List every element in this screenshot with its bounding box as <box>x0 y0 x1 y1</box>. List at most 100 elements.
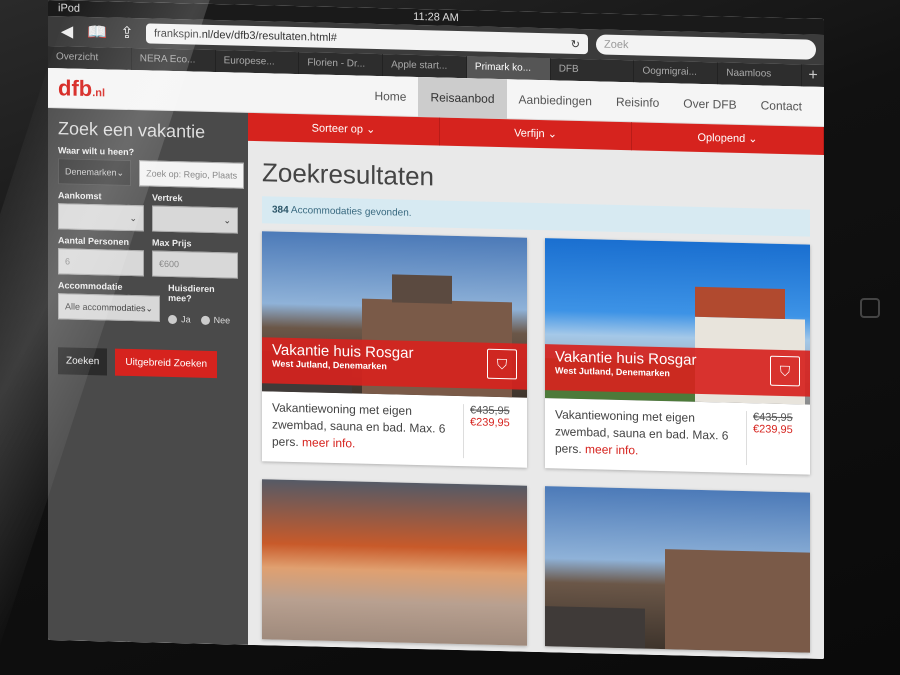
maxprice-input[interactable]: €600 <box>152 250 238 279</box>
tab-7[interactable]: Oogmigrai... <box>634 60 719 85</box>
nav-reisaanbod[interactable]: Reisaanbod <box>418 76 507 119</box>
more-info-link[interactable]: meer info. <box>302 435 355 450</box>
card-description-text: Vakantiewoning met eigen zwembad, sauna … <box>272 400 446 450</box>
pets-no-label: Nee <box>213 314 231 326</box>
nav-over-dfb[interactable]: Over DFB <box>671 83 748 125</box>
card-prices: €435,95 €239,95 <box>746 411 800 467</box>
tab-1[interactable]: NERA Eco... <box>131 48 216 73</box>
results-content: Zoekresultaten 384 Accommodaties gevonde… <box>248 141 824 659</box>
tab-8[interactable]: Naamloos <box>718 62 803 87</box>
nav-aanbiedingen[interactable]: Aanbiedingen <box>507 79 604 121</box>
results-count-text: Accommodaties gevonden. <box>290 204 412 219</box>
tab-5[interactable]: Primark ko... <box>466 56 551 81</box>
tab-4[interactable]: Apple start... <box>383 54 467 79</box>
sidebar-buttons: Zoeken Uitgebreid Zoeken <box>58 347 238 379</box>
card-description-text: Vakantiewoning met eigen zwembad, sauna … <box>555 407 729 457</box>
results-area: Sorteer op ⌄ Verfijn ⌄ Oplopend ⌄ Zoekre… <box>248 112 824 659</box>
maxprice-value: €600 <box>159 258 180 270</box>
share-icon[interactable]: ⇪ <box>116 23 138 44</box>
country-value: Denemarken <box>65 166 117 178</box>
search-sidebar: Zoek een vakantie Waar wilt u heen? Dene… <box>48 108 248 645</box>
new-price: €239,95 <box>470 416 510 430</box>
accommodation-value: Alle accommodaties <box>65 301 146 314</box>
old-price: €435,95 <box>470 404 510 418</box>
refine-label: Verfijn <box>514 127 545 141</box>
site-logo[interactable]: dfb.nl <box>58 75 105 102</box>
website: dfb.nl Home Reisaanbod Aanbiedingen Reis… <box>48 68 824 659</box>
tab-3[interactable]: Florien - Dr... <box>299 52 384 77</box>
card-overlay: Vakantie huis Rosgar West Jutland, Denem… <box>262 337 527 390</box>
card-description: Vakantiewoning met eigen zwembad, sauna … <box>555 406 746 465</box>
new-price: €239,95 <box>753 423 793 437</box>
sort-label: Sorteer op <box>311 122 364 136</box>
tab-2[interactable]: Europese... <box>215 50 300 75</box>
accommodation-row: Accommodatie Alle accommodaties ⌄ Huisdie… <box>58 274 238 333</box>
page-body: Zoek een vakantie Waar wilt u heen? Dene… <box>48 108 824 659</box>
basket-icon[interactable]: ⛉ <box>770 355 800 387</box>
results-grid: Vakantie huis Rosgar West Jutland, Denem… <box>262 231 810 653</box>
persons-label: Aantal Personen <box>58 235 130 247</box>
country-select[interactable]: Denemarken ⌄ <box>58 158 132 187</box>
card-overlay: Vakantie huis Rosgar West Jutland, Denem… <box>545 344 810 397</box>
pets-yes-radio[interactable]: Ja <box>168 314 191 325</box>
tab-0[interactable]: Overzicht <box>48 46 132 71</box>
departure-select[interactable]: ⌄ <box>152 205 238 234</box>
pets-radio-group: Ja Nee <box>168 306 238 334</box>
tab-6[interactable]: DFB <box>550 58 635 83</box>
card-photo[interactable] <box>262 479 527 646</box>
card-prices: €435,95 €239,95 <box>463 404 517 460</box>
ipad-screen: iPod 11:28 AM ◀ 📖 ⇪ frankspin.nl/dev/dfb… <box>48 0 824 659</box>
page-title: Zoekresultaten <box>262 157 434 192</box>
card-photo[interactable]: Vakantie huis Rosgar West Jutland, Denem… <box>545 238 810 405</box>
result-card[interactable] <box>262 479 527 646</box>
sort-dropdown[interactable]: Sorteer op ⌄ <box>248 112 440 146</box>
back-icon[interactable]: ◀ <box>56 21 78 42</box>
card-photo[interactable]: Vakantie huis Rosgar West Jutland, Denem… <box>262 231 527 398</box>
region-placeholder: Zoek op: Regio, Plaats <box>146 168 238 181</box>
sidebar-title: Zoek een vakantie <box>58 118 206 142</box>
bookmarks-icon[interactable]: 📖 <box>86 22 108 43</box>
refine-dropdown[interactable]: Verfijn ⌄ <box>440 117 632 151</box>
accommodation-select[interactable]: Alle accommodaties ⌄ <box>58 293 161 322</box>
reload-icon[interactable]: ↻ <box>571 37 580 50</box>
search-button[interactable]: Zoeken <box>58 347 108 376</box>
basket-icon[interactable]: ⛉ <box>487 348 517 380</box>
accommodation-label: Accommodatie <box>58 280 123 292</box>
arrival-select[interactable]: ⌄ <box>58 203 144 232</box>
home-button[interactable] <box>860 298 880 318</box>
advanced-search-button[interactable]: Uitgebreid Zoeken <box>115 348 218 379</box>
results-count-alert: 384 Accommodaties gevonden. <box>262 196 810 237</box>
dates-row: Aankomst ⌄ Vertrek ⌄ <box>58 184 238 234</box>
card-description: Vakantiewoning met eigen zwembad, sauna … <box>272 399 463 458</box>
order-label: Oplopend <box>697 131 746 146</box>
departure-label: Vertrek <box>152 192 183 204</box>
pets-yes-label: Ja <box>181 314 191 325</box>
result-card[interactable]: Vakantie huis Rosgar West Jutland, Denem… <box>545 238 810 475</box>
old-price: €435,95 <box>753 411 793 425</box>
logo-suffix: .nl <box>92 86 106 99</box>
persons-input[interactable]: 6 <box>58 248 144 277</box>
pets-label: Huisdieren mee? <box>168 282 215 304</box>
new-tab-icon[interactable]: + <box>802 66 824 85</box>
search-placeholder: Zoek <box>604 38 629 52</box>
chevron-down-icon: ⌄ <box>547 128 557 141</box>
chevron-down-icon: ⌄ <box>145 302 154 314</box>
order-dropdown[interactable]: Oplopend ⌄ <box>632 122 824 155</box>
card-body: Vakantiewoning met eigen zwembad, sauna … <box>262 391 527 467</box>
logo-text: dfb <box>58 74 93 101</box>
nav-contact[interactable]: Contact <box>749 85 814 127</box>
results-count: 384 <box>272 204 289 216</box>
browser-search-field[interactable]: Zoek <box>596 34 816 60</box>
pets-no-radio[interactable]: Nee <box>200 314 231 326</box>
where-label: Waar wilt u heen? <box>58 145 135 158</box>
persons-value: 6 <box>65 256 71 267</box>
result-card[interactable]: Vakantie huis Rosgar West Jutland, Denem… <box>262 231 527 468</box>
more-info-link[interactable]: meer info. <box>585 442 638 457</box>
nav-reisinfo[interactable]: Reisinfo <box>604 81 671 123</box>
result-card[interactable] <box>545 486 810 653</box>
nav-home[interactable]: Home <box>362 75 418 116</box>
maxprice-label: Max Prijs <box>152 237 192 249</box>
chevron-down-icon: ⌄ <box>366 123 376 136</box>
card-photo[interactable] <box>545 486 810 653</box>
region-input[interactable]: Zoek op: Regio, Plaats <box>139 160 245 189</box>
